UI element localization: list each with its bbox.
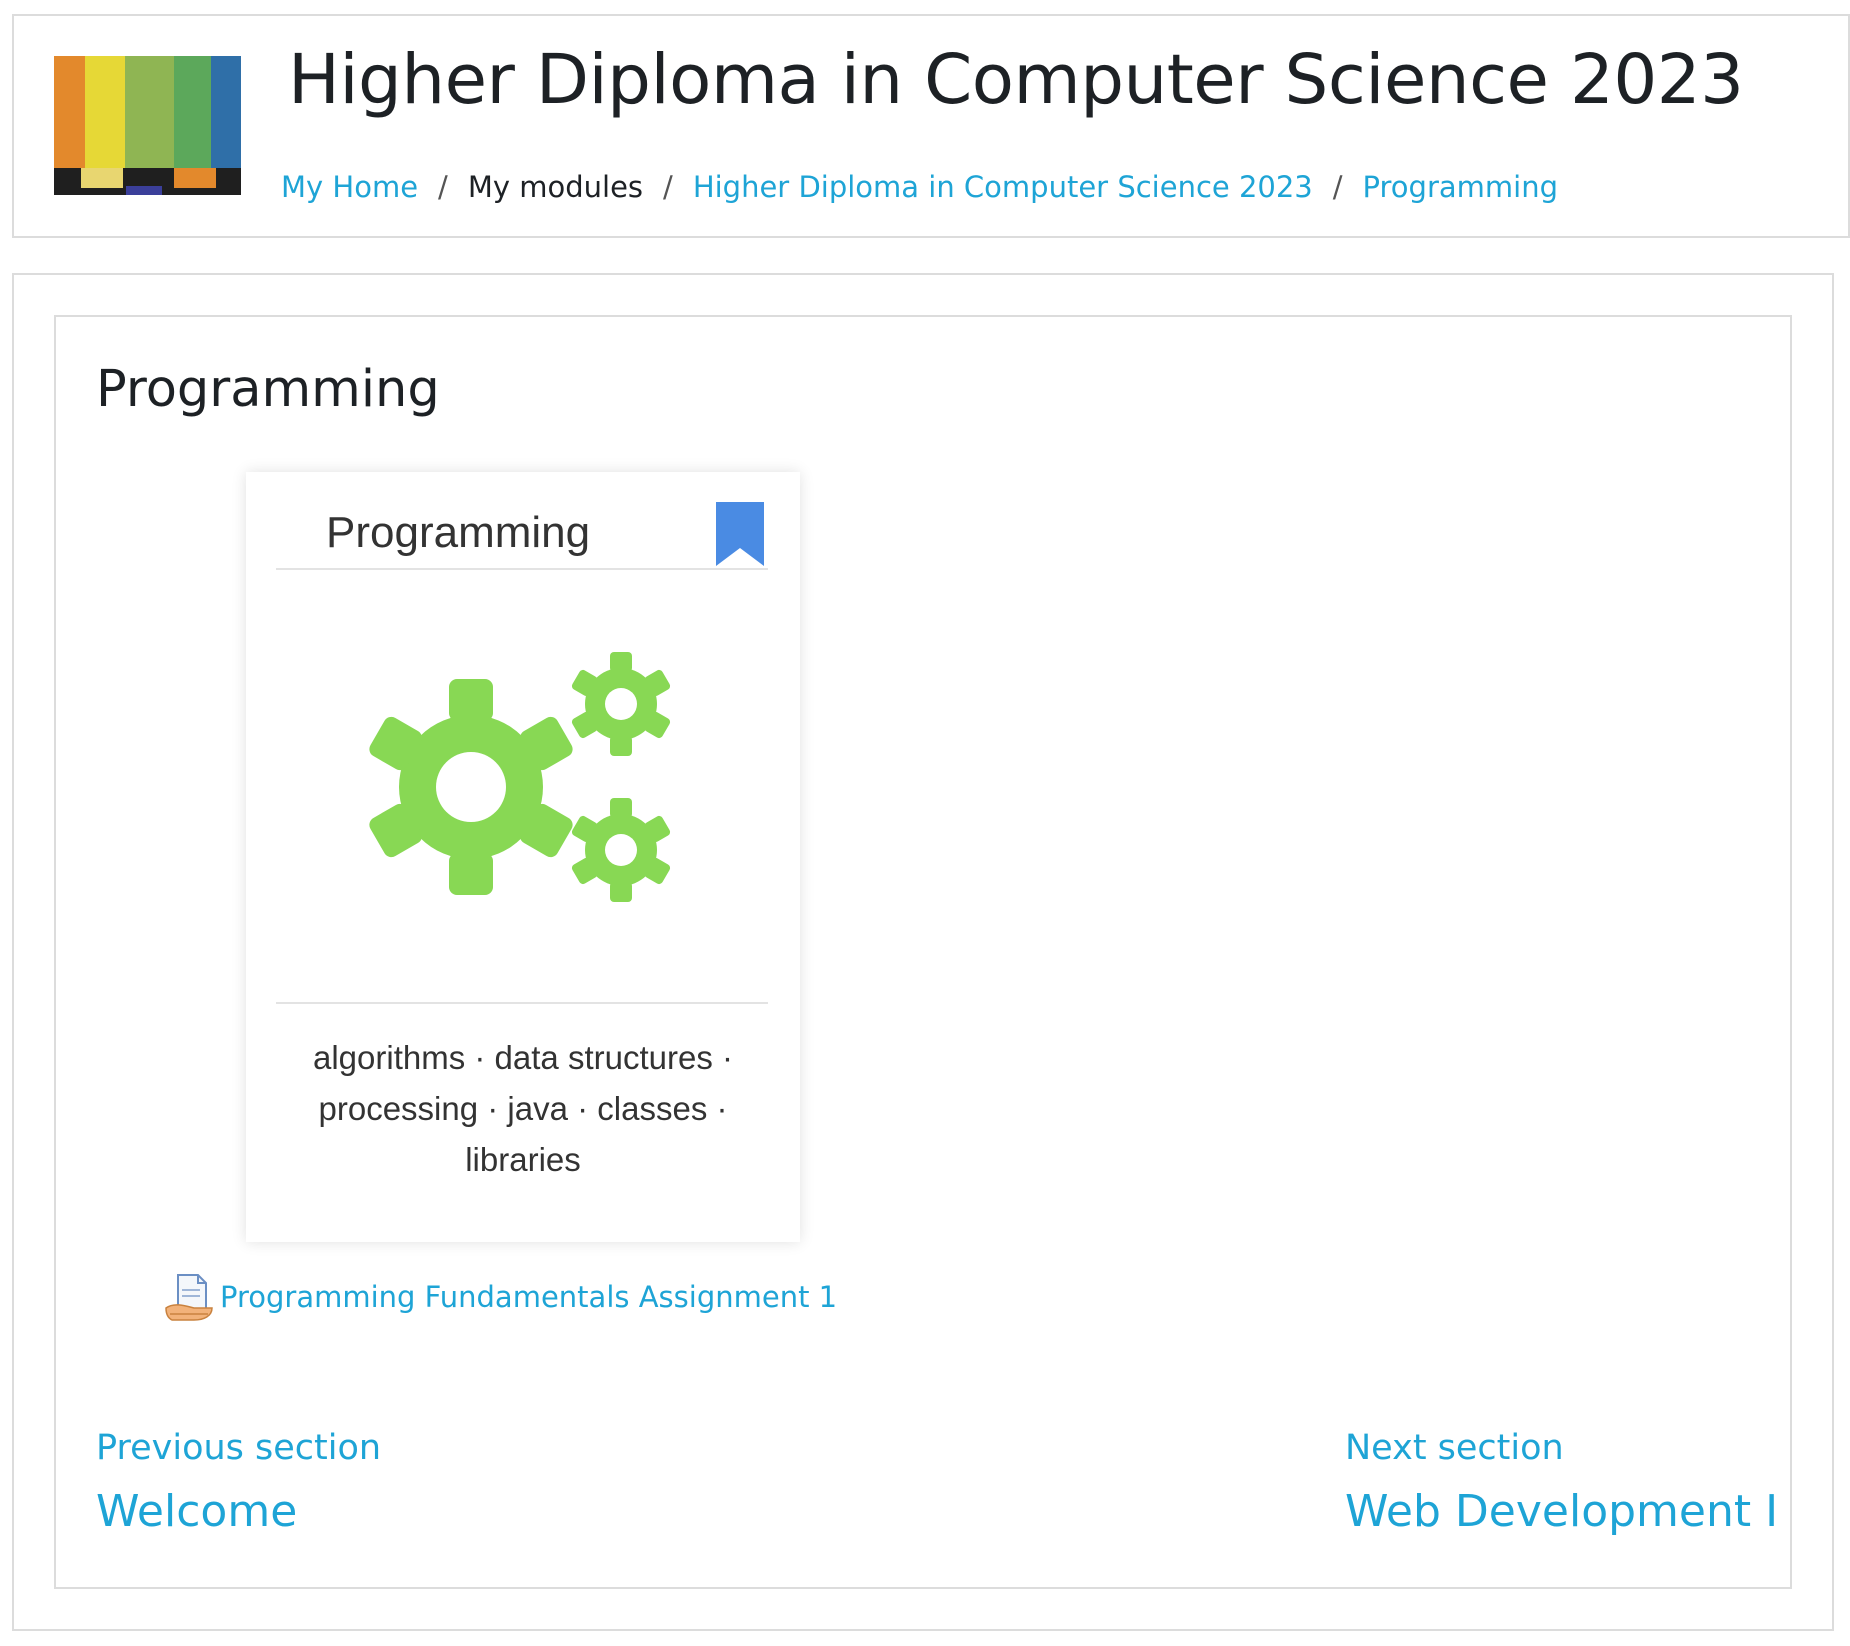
section-title: Programming [96,360,440,419]
breadcrumb-separator: / [663,170,673,204]
assignment-icon [165,1274,213,1321]
course-logo [54,56,241,195]
breadcrumb-separator: / [438,170,448,204]
bookmark-icon[interactable] [716,502,764,566]
previous-section-link[interactable]: Welcome [96,1486,297,1537]
activity-link[interactable]: Programming Fundamentals Assignment 1 [220,1280,837,1314]
breadcrumb-my-modules: My modules [467,170,644,204]
card-tags: algorithms · data structures · processin… [313,1039,733,1178]
breadcrumb-my-home[interactable]: My Home [281,170,418,204]
previous-section-label[interactable]: Previous section [96,1428,381,1468]
activity-item[interactable]: Programming Fundamentals Assignment 1 [164,1272,837,1322]
breadcrumb-programming[interactable]: Programming [1363,170,1558,204]
course-title: Higher Diploma in Computer Science 2023 [288,40,1744,120]
card-title: Programming [326,508,591,557]
breadcrumb: My Home / My modules / Higher Diploma in… [281,170,1558,204]
gears-icon [369,652,671,902]
card-divider [276,568,768,570]
next-section-label[interactable]: Next section [1345,1428,1564,1468]
card-divider [276,1002,768,1004]
next-section-link[interactable]: Web Development I [1345,1486,1778,1537]
breadcrumb-separator: / [1332,170,1343,204]
section-card[interactable]: Programming algorithms · data structures… [246,472,800,1242]
breadcrumb-course[interactable]: Higher Diploma in Computer Science 2023 [693,170,1313,204]
